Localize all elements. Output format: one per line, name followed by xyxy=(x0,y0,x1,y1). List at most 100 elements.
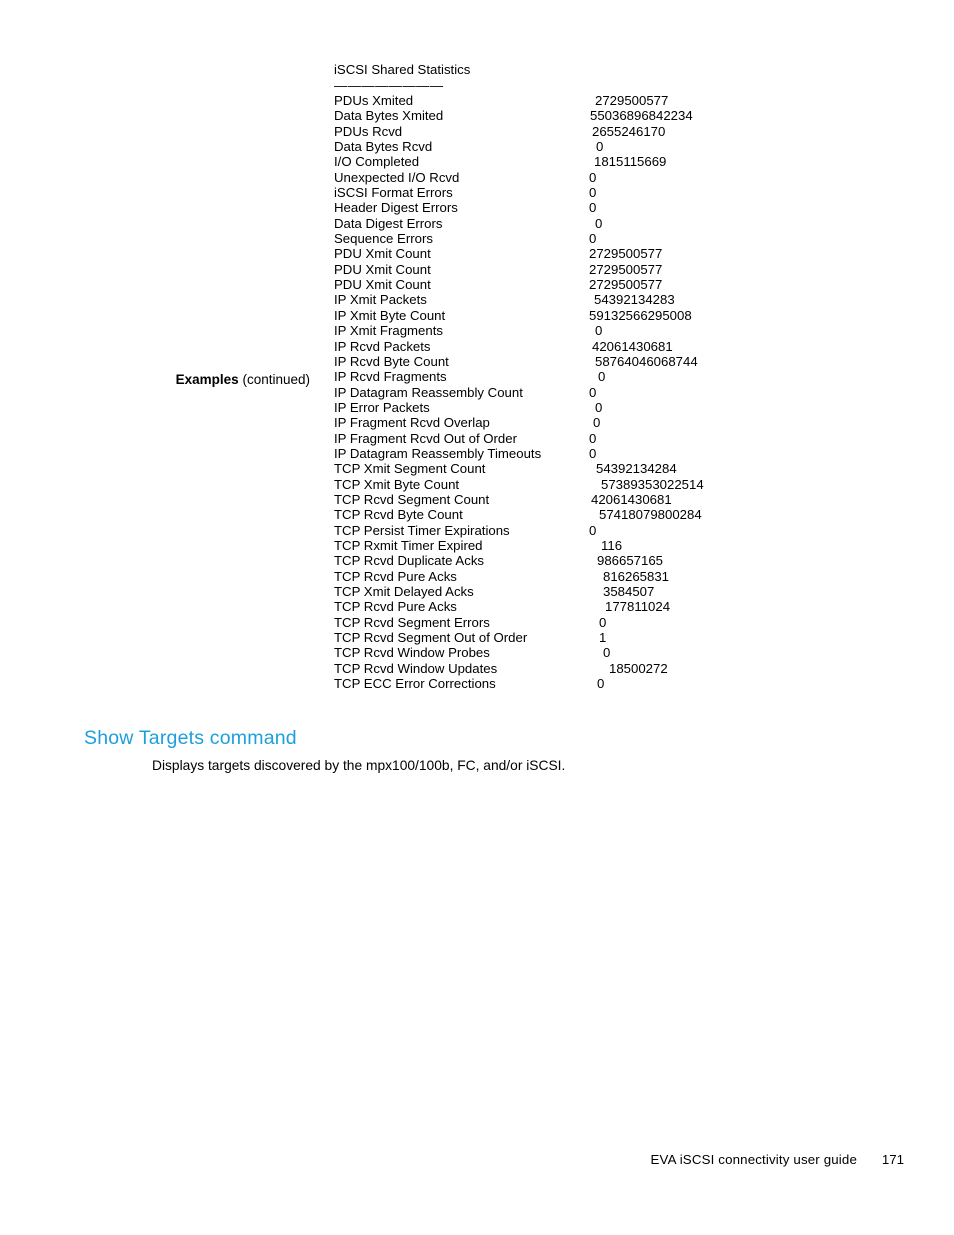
statistic-label: iSCSI Format Errors xyxy=(334,185,453,201)
statistic-value: 0 xyxy=(599,614,607,630)
statistic-row: TCP Rcvd Window Updates 18500272 xyxy=(334,661,894,676)
statistic-value: 42061430681 xyxy=(592,338,673,354)
statistic-label: IP Rcvd Byte Count xyxy=(334,353,449,369)
section-paragraph: Displays targets discovered by the mpx10… xyxy=(152,758,566,773)
statistic-label: TCP Xmit Segment Count xyxy=(334,461,486,477)
statistic-label: IP Rcvd Packets xyxy=(334,338,431,354)
statistic-row: IP Xmit Fragments 0 xyxy=(334,323,894,338)
statistic-row: Data Bytes Xmited 55036896842234 xyxy=(334,108,894,123)
statistic-row: IP Rcvd Byte Count 58764046068744 xyxy=(334,354,894,369)
statistic-label: Header Digest Errors xyxy=(334,200,458,216)
statistic-value: 0 xyxy=(589,231,597,247)
statistics-rows: PDUs Xmited 2729500577 Data Bytes Xmited 55… xyxy=(334,93,894,691)
statistic-row: PDU Xmit Count 2729500577 xyxy=(334,262,894,277)
statistic-value: 42061430681 xyxy=(591,491,672,507)
statistic-row: PDU Xmit Count 2729500577 xyxy=(334,246,894,261)
statistics-listing: iSCSI Shared Statistics ———————— PDUs Xm… xyxy=(334,62,894,691)
statistic-value: 0 xyxy=(593,415,601,431)
statistic-label: I/O Completed xyxy=(334,154,420,170)
statistic-row: Unexpected I/O Rcvd 0 xyxy=(334,170,894,185)
statistic-row: TCP Rcvd Byte Count 57418079800284 xyxy=(334,507,894,522)
margin-label-strong: Examples xyxy=(175,372,239,387)
statistic-label: IP Xmit Fragments xyxy=(334,323,443,339)
statistic-label: Sequence Errors xyxy=(334,231,433,247)
statistic-label: TCP Rcvd Segment Out of Order xyxy=(334,630,528,646)
statistic-row: TCP Rcvd Segment Count 42061430681 xyxy=(334,492,894,507)
statistic-value: 2729500577 xyxy=(589,246,663,262)
statistic-label: PDUs Rcvd xyxy=(334,123,403,139)
statistic-row: I/O Completed 1815115669 xyxy=(334,154,894,169)
statistic-row: TCP Xmit Byte Count 57389353022514 xyxy=(334,477,894,492)
statistic-label: TCP Rcvd Byte Count xyxy=(334,507,463,523)
statistic-row: Data Bytes Rcvd 0 xyxy=(334,139,894,154)
statistic-label: TCP Rcvd Segment Errors xyxy=(334,614,490,630)
statistic-value: 816265831 xyxy=(603,568,670,584)
statistic-value: 0 xyxy=(589,169,597,185)
statistic-label: TCP Rcvd Segment Count xyxy=(334,491,490,507)
statistic-value: 1815115669 xyxy=(594,154,667,170)
statistic-row: TCP ECC Error Corrections 0 xyxy=(334,676,894,691)
statistic-value: 0 xyxy=(589,522,597,538)
statistic-label: IP Datagram Reassembly Timeouts xyxy=(334,445,542,461)
statistic-row: PDUs Rcvd 2655246170 xyxy=(334,124,894,139)
footer-page-number: 171 xyxy=(881,1152,904,1167)
statistic-value: 0 xyxy=(595,215,603,231)
statistic-row: TCP Xmit Segment Count 54392134284 xyxy=(334,461,894,476)
statistic-row: TCP Rcvd Window Probes 0 xyxy=(334,645,894,660)
statistic-value: 58764046068744 xyxy=(595,353,698,369)
statistic-label: IP Rcvd Fragments xyxy=(334,369,447,385)
statistic-row: PDU Xmit Count 2729500577 xyxy=(334,277,894,292)
listing-separator-rule: ———————— xyxy=(334,77,444,93)
statistic-label: TCP Xmit Byte Count xyxy=(334,476,460,492)
statistic-row: IP Datagram Reassembly Count 0 xyxy=(334,385,894,400)
statistic-value: 0 xyxy=(595,323,603,339)
statistic-value: 0 xyxy=(596,139,604,155)
statistic-label: IP Fragment Rcvd Overlap xyxy=(334,415,490,431)
statistic-row: PDUs Xmited 2729500577 xyxy=(334,93,894,108)
statistic-value: 57418079800284 xyxy=(599,507,702,523)
statistic-value: 18500272 xyxy=(609,660,668,676)
statistic-label: TCP Rcvd Pure Acks xyxy=(334,568,457,584)
statistic-label: TCP Persist Timer Expirations xyxy=(334,522,510,538)
statistic-row: Sequence Errors 0 xyxy=(334,231,894,246)
statistic-row: TCP Rcvd Segment Errors 0 xyxy=(334,615,894,630)
statistic-value: 2729500577 xyxy=(595,93,669,108)
statistic-row: IP Fragment Rcvd Overlap 0 xyxy=(334,415,894,430)
statistic-row: TCP Rcvd Duplicate Acks 986657165 xyxy=(334,553,894,568)
statistic-row: IP Xmit Packets 54392134283 xyxy=(334,292,894,307)
statistic-value: 0 xyxy=(589,445,597,461)
statistic-label: Data Bytes Rcvd xyxy=(334,139,433,155)
statistic-label: Data Bytes Xmited xyxy=(334,108,444,124)
statistic-value: 54392134283 xyxy=(594,292,675,308)
statistic-value: 55036896842234 xyxy=(590,108,693,124)
document-page: Examples (continued) iSCSI Shared Statis… xyxy=(0,0,954,1235)
statistic-label: Unexpected I/O Rcvd xyxy=(334,169,460,185)
statistic-label: PDU Xmit Count xyxy=(334,261,431,277)
statistic-label: IP Datagram Reassembly Count xyxy=(334,384,523,400)
statistic-row: TCP Rcvd Pure Acks 177811024 xyxy=(334,599,894,614)
statistic-value: 986657165 xyxy=(597,553,664,569)
statistic-value: 116 xyxy=(601,537,623,553)
statistic-label: PDU Xmit Count xyxy=(334,277,431,293)
statistic-label: Data Digest Errors xyxy=(334,215,443,231)
statistic-label: PDU Xmit Count xyxy=(334,246,431,262)
statistic-label: TCP ECC Error Corrections xyxy=(334,676,496,692)
statistic-row: IP Xmit Byte Count 59132566295008 xyxy=(334,308,894,323)
statistic-row: iSCSI Format Errors 0 xyxy=(334,185,894,200)
statistic-value: 0 xyxy=(595,399,603,415)
statistic-row: TCP Rxmit Timer Expired 116 xyxy=(334,538,894,553)
statistic-value: 0 xyxy=(589,384,597,400)
statistic-row: IP Error Packets 0 xyxy=(334,400,894,415)
margin-label-rest: (continued) xyxy=(238,372,310,387)
statistic-label: TCP Rxmit Timer Expired xyxy=(334,537,483,553)
statistic-label: IP Fragment Rcvd Out of Order xyxy=(334,430,517,446)
statistic-row: TCP Xmit Delayed Acks 3584507 xyxy=(334,584,894,599)
statistic-value: 2729500577 xyxy=(589,277,663,293)
statistic-label: IP Xmit Packets xyxy=(334,292,427,308)
statistic-value: 54392134284 xyxy=(596,461,677,477)
statistic-row: TCP Rcvd Segment Out of Order 1 xyxy=(334,630,894,645)
statistic-value: 1 xyxy=(599,630,607,646)
statistic-row: Data Digest Errors 0 xyxy=(334,216,894,231)
statistic-value: 2655246170 xyxy=(592,123,666,139)
statistic-value: 177811024 xyxy=(605,599,671,615)
